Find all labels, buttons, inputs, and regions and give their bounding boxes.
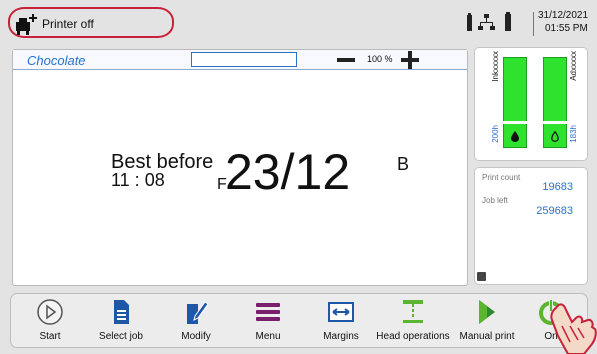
status-bar: Printer off 31/12/2021 01:55 PM [8,6,590,42]
printer-ui: Printer off 31/12/2021 01:55 PM Chocolat… [0,0,597,354]
zoom-out-button[interactable] [335,54,357,66]
editor-header: Chocolate 100 % [13,50,467,70]
head-operations-button[interactable]: Head operations [371,298,455,344]
zoom-in-button[interactable] [399,50,421,70]
usb-stick-icon [505,12,511,31]
margins-button[interactable]: Margins [315,298,367,344]
start-button[interactable]: Start [25,298,75,344]
menu-button[interactable]: Menu [242,298,294,344]
printer-plus-icon [16,14,37,35]
zoom-level: 100 % [367,54,393,64]
job-name: Chocolate [27,53,86,68]
hamburger-menu-icon [256,303,280,321]
time-field[interactable]: 11 : 08 [111,170,165,191]
ink-cartridge-icon [467,13,472,31]
select-job-button[interactable]: Select job [91,298,151,344]
gauge-divider [503,121,527,124]
menu-label: Menu [255,331,281,342]
edit-document-icon [187,301,209,324]
printer-status-area[interactable]: Printer off [8,7,174,38]
info-icon [477,272,486,281]
margins-label: Margins [323,331,359,342]
manual-print-button[interactable]: Manual print [455,298,519,344]
bottom-toolbar: Start Select job Modify Menu Margins Hea… [10,293,588,348]
message-editor[interactable]: Chocolate 100 % Best before 11 : 08 F 23… [12,49,468,286]
b-marker: B [397,154,410,174]
ink-name-label: Inkxxxxx [491,51,500,82]
date-field[interactable]: 23/12 [225,143,350,201]
print-head-icon [403,300,423,323]
play-icon [37,299,63,325]
document-icon [114,300,129,324]
modify-button[interactable]: Modify [169,298,223,344]
ink-levels-panel[interactable]: Inkxxxxx 200h Adxxxxx 183h [474,47,588,161]
print-count-value: 19683 [542,181,573,193]
tap-hand-icon [550,303,597,354]
message-field-selector[interactable] [191,52,297,67]
additive-hours-label: 183h [569,125,578,143]
ink-hours-label: 200h [491,125,500,143]
time-readout: 01:55 PM [545,23,588,34]
gauge-divider [543,121,567,124]
print-count-label: Print count [482,173,521,182]
head-operations-label: Head operations [376,331,450,342]
job-left-label: Job left [482,196,508,205]
job-left-value: 259683 [536,205,573,217]
network-icon [478,14,495,30]
system-status-icons [467,12,511,31]
divider [533,12,534,36]
margins-icon [328,302,354,322]
date-readout: 31/12/2021 [538,10,589,21]
modify-label: Modify [181,331,211,342]
printer-status-text: Printer off [42,17,94,31]
additive-name-label: Adxxxxx [569,51,578,81]
additive-drop-icon [551,131,559,142]
manual-print-icon [479,300,495,324]
manual-print-label: Manual print [459,331,515,342]
additive-gauge [543,57,567,148]
ink-drop-icon [511,131,519,142]
ink-gauge [503,57,527,148]
counters-panel[interactable]: Print count 19683 Job left 259683 [474,167,588,285]
start-label: Start [39,331,61,342]
select-job-label: Select job [99,331,143,342]
